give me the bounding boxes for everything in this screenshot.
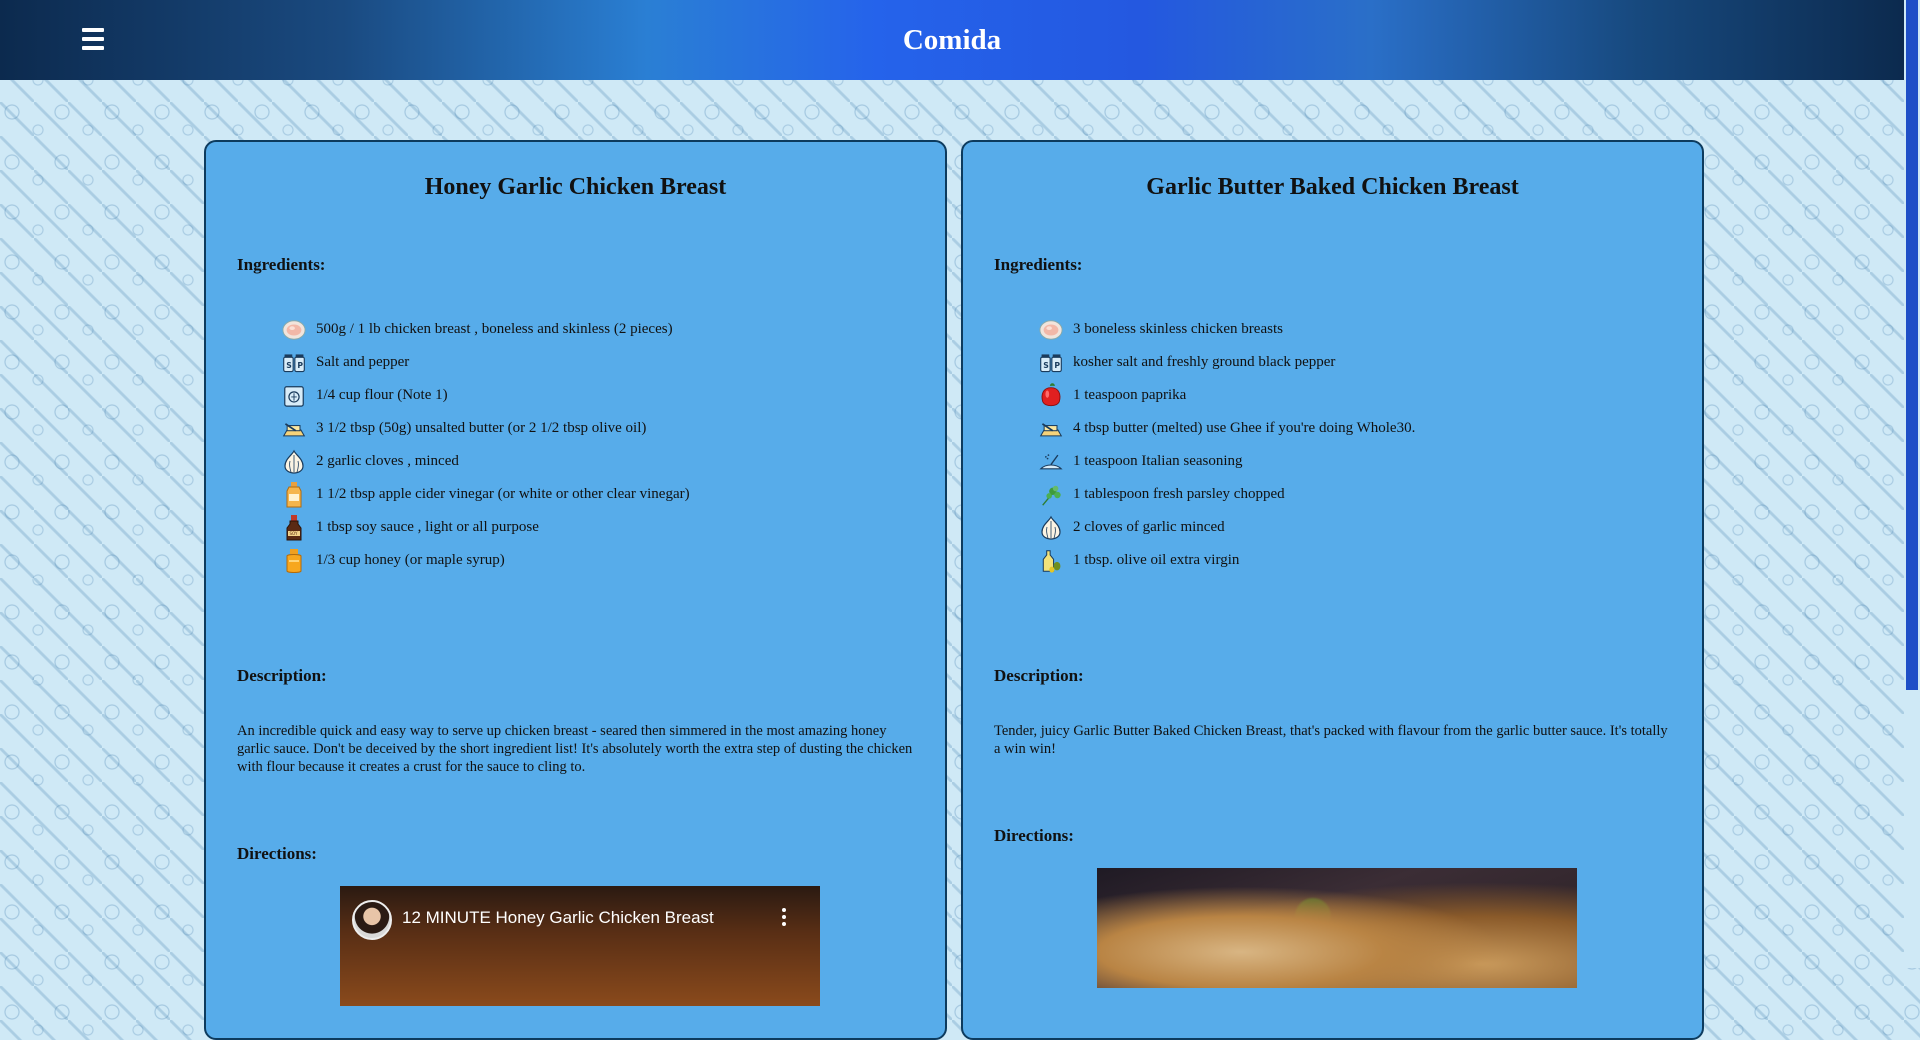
svg-text:P: P	[1054, 361, 1060, 370]
directions-heading: Directions:	[994, 826, 1074, 845]
soy-sauce-icon: SOY	[282, 514, 306, 541]
list-item: 2 garlic cloves , minced	[282, 445, 945, 478]
list-item: 1/3 cup honey (or maple syrup)	[282, 544, 945, 577]
svg-text:SOY: SOY	[290, 531, 298, 536]
list-item: 1 tbsp. olive oil extra virgin	[1039, 544, 1702, 577]
paprika-icon	[1039, 382, 1063, 409]
flour-icon	[282, 383, 306, 409]
list-item: SP Salt and pepper	[282, 346, 945, 379]
recipe-image	[1097, 868, 1577, 988]
ingredient-text: kosher salt and freshly ground black pep…	[1073, 354, 1336, 370]
ingredient-text: 2 garlic cloves , minced	[316, 453, 459, 469]
video-player[interactable]: 12 MINUTE Honey Garlic Chicken Breast	[340, 886, 820, 1006]
ingredient-text: 1 1/2 tbsp apple cider vinegar (or white…	[316, 486, 690, 502]
garlic-icon	[1039, 515, 1063, 541]
svg-text:S: S	[1043, 361, 1049, 370]
vinegar-icon	[282, 481, 306, 508]
salt-pepper-icon: SP	[282, 350, 306, 376]
list-item: 3 boneless skinless chicken breasts	[1039, 313, 1702, 346]
list-item: 2 cloves of garlic minced	[1039, 511, 1702, 544]
ingredient-text: 1 tablespoon fresh parsley chopped	[1073, 486, 1285, 502]
ingredients-list: 3 boneless skinless chicken breasts SP k…	[1039, 313, 1702, 577]
page-scrollbar[interactable]	[1904, 0, 1920, 968]
app-title: Comida	[902, 23, 1002, 56]
recipe-card-garlic-butter: Garlic Butter Baked Chicken Breast Ingre…	[961, 140, 1704, 1040]
hamburger-menu-icon[interactable]	[82, 28, 104, 50]
list-item: SP kosher salt and freshly ground black …	[1039, 346, 1702, 379]
ingredient-text: Salt and pepper	[316, 354, 410, 370]
svg-text:S: S	[286, 361, 292, 370]
salt-pepper-icon: SP	[1039, 350, 1063, 376]
honey-icon	[282, 548, 306, 574]
channel-avatar[interactable]	[352, 900, 392, 940]
recipe-description: An incredible quick and easy way to serv…	[237, 723, 913, 775]
ingredients-heading: Ingredients:	[237, 255, 326, 274]
directions-heading: Directions:	[237, 844, 317, 863]
list-item: 1/4 cup flour (Note 1)	[282, 379, 945, 412]
ingredient-text: 1 teaspoon Italian seasoning	[1073, 453, 1243, 469]
ingredient-text: 1 tbsp. olive oil extra virgin	[1073, 552, 1240, 568]
app-header: Comida	[0, 0, 1904, 80]
description-heading: Description:	[994, 666, 1084, 685]
ingredients-list: 500g / 1 lb chicken breast , boneless an…	[282, 313, 945, 577]
recipe-card-honey-garlic: Honey Garlic Chicken Breast Ingredients:…	[204, 140, 947, 1040]
ingredient-text: 1 teaspoon paprika	[1073, 387, 1187, 403]
ingredient-text: 1/3 cup honey (or maple syrup)	[316, 552, 505, 568]
ingredient-text: 1 tbsp soy sauce , light or all purpose	[316, 519, 539, 535]
chicken-icon	[1039, 317, 1063, 343]
svg-text:P: P	[297, 361, 303, 370]
recipe-title: Honey Garlic Chicken Breast	[424, 174, 727, 200]
list-item: 1 tablespoon fresh parsley chopped	[1039, 478, 1702, 511]
butter-icon	[282, 416, 306, 442]
ingredient-text: 3 boneless skinless chicken breasts	[1073, 321, 1283, 337]
olive-oil-icon	[1039, 548, 1063, 574]
butter-icon	[1039, 416, 1063, 442]
chicken-icon	[282, 317, 306, 343]
ingredient-text: 4 tbsp butter (melted) use Ghee if you'r…	[1073, 420, 1416, 436]
list-item: 1 1/2 tbsp apple cider vinegar (or white…	[282, 478, 945, 511]
recipe-description: Tender, juicy Garlic Butter Baked Chicke…	[994, 723, 1668, 757]
scrollbar-thumb[interactable]	[1906, 0, 1918, 690]
ingredient-text: 500g / 1 lb chicken breast , boneless an…	[316, 321, 673, 337]
more-options-icon[interactable]	[782, 908, 786, 929]
list-item: 3 1/2 tbsp (50g) unsalted butter (or 2 1…	[282, 412, 945, 445]
ingredient-text: 2 cloves of garlic minced	[1073, 519, 1225, 535]
list-item: 1 teaspoon Italian seasoning	[1039, 445, 1702, 478]
list-item: 1 teaspoon paprika	[1039, 379, 1702, 412]
ingredient-text: 3 1/2 tbsp (50g) unsalted butter (or 2 1…	[316, 420, 647, 436]
description-heading: Description:	[237, 666, 327, 685]
ingredients-heading: Ingredients:	[994, 255, 1083, 274]
video-title[interactable]: 12 MINUTE Honey Garlic Chicken Breast	[402, 908, 714, 928]
seasoning-icon	[1039, 449, 1063, 475]
list-item: SOY 1 tbsp soy sauce , light or all purp…	[282, 511, 945, 544]
list-item: 4 tbsp butter (melted) use Ghee if you'r…	[1039, 412, 1702, 445]
garlic-icon	[282, 449, 306, 475]
list-item: 500g / 1 lb chicken breast , boneless an…	[282, 313, 945, 346]
ingredient-text: 1/4 cup flour (Note 1)	[316, 387, 448, 403]
parsley-icon	[1039, 482, 1063, 508]
recipe-title: Garlic Butter Baked Chicken Breast	[1146, 174, 1519, 200]
